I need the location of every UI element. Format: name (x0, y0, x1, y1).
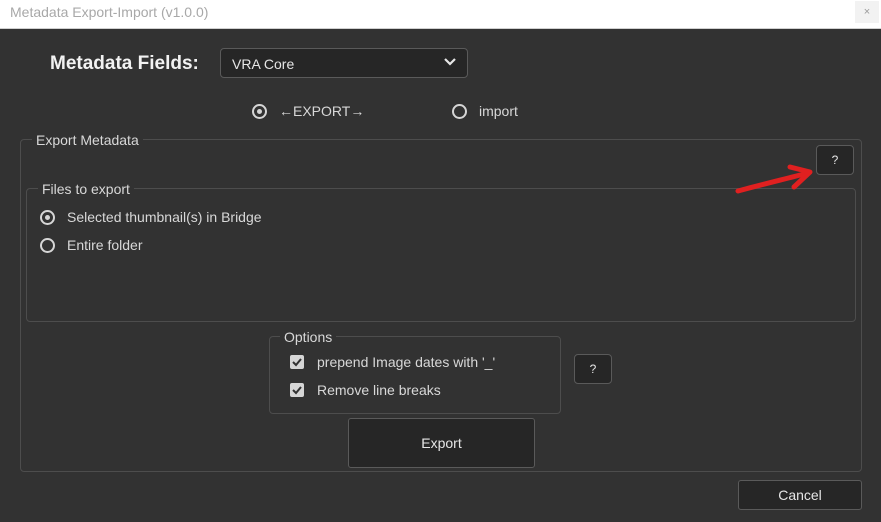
selected-thumbnails-radio[interactable] (40, 209, 55, 225)
export-metadata-legend: Export Metadata (32, 132, 143, 148)
chevron-down-icon (444, 58, 456, 66)
metadata-fields-value: VRA Core (232, 56, 295, 72)
options-help-button[interactable]: ? (574, 354, 612, 384)
entire-folder-option[interactable]: Entire folder (40, 237, 142, 253)
remove-line-breaks-label: Remove line breaks (317, 382, 441, 398)
export-radio[interactable] (252, 103, 267, 119)
prepend-dates-label: prepend Image dates with '_' (317, 354, 496, 370)
metadata-fields-label: Metadata Fields: (50, 53, 199, 74)
import-mode-label: import (479, 103, 518, 119)
files-to-export-legend: Files to export (38, 181, 134, 197)
window-title: Metadata Export-Import (v1.0.0) (10, 4, 209, 20)
remove-line-breaks-checkbox[interactable] (290, 383, 304, 397)
export-button[interactable]: Export (348, 418, 535, 468)
import-mode-option[interactable]: import (452, 103, 518, 119)
remove-line-breaks-option[interactable]: Remove line breaks (290, 382, 441, 398)
selected-thumbnails-option[interactable]: Selected thumbnail(s) in Bridge (40, 209, 262, 225)
entire-folder-radio[interactable] (40, 237, 55, 253)
prepend-dates-checkbox[interactable] (290, 355, 304, 369)
export-mode-label: ←EXPORT→ (279, 103, 365, 119)
options-panel (269, 336, 561, 414)
import-radio[interactable] (452, 103, 467, 119)
prepend-dates-option[interactable]: prepend Image dates with '_' (290, 354, 495, 370)
title-bar: Metadata Export-Import (v1.0.0) × (0, 0, 881, 29)
options-legend: Options (280, 329, 337, 345)
export-help-button[interactable]: ? (816, 145, 854, 175)
selected-thumbnails-label: Selected thumbnail(s) in Bridge (67, 209, 262, 225)
cancel-button[interactable]: Cancel (738, 480, 862, 510)
close-button[interactable]: × (855, 1, 879, 23)
checkmark-icon (292, 358, 302, 367)
dialog-body: Metadata Fields: VRA Core ←EXPORT→ impor… (0, 29, 881, 522)
checkmark-icon (292, 386, 302, 395)
entire-folder-label: Entire folder (67, 237, 143, 253)
export-mode-option[interactable]: ←EXPORT→ (252, 103, 364, 119)
annotation-arrow-icon (735, 164, 813, 194)
metadata-fields-dropdown[interactable]: VRA Core (220, 48, 468, 78)
